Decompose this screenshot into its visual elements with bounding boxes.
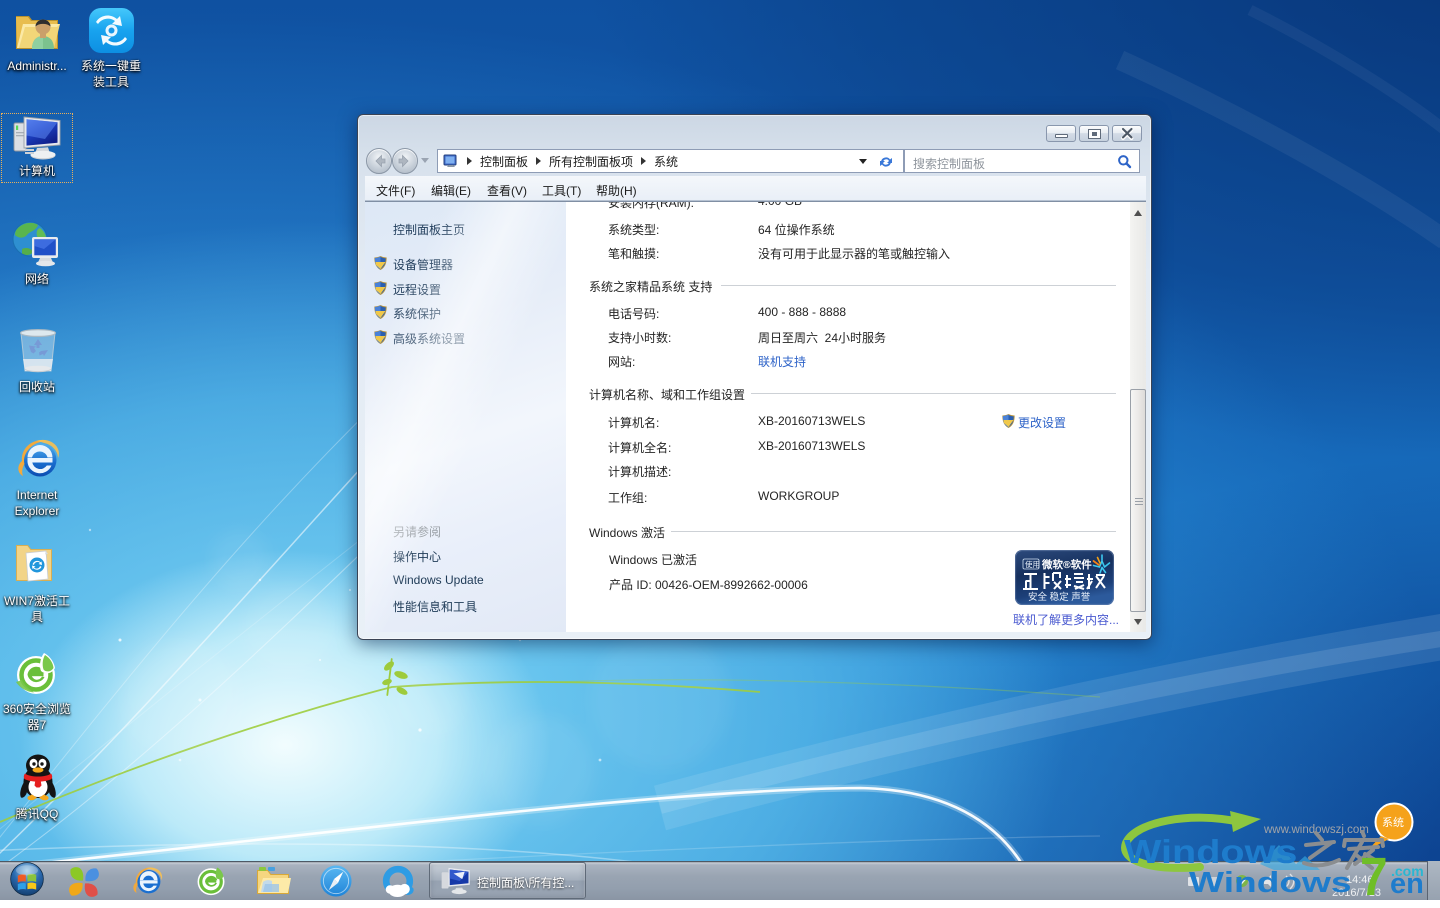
svg-text:微软®软件: 微软®软件 (1041, 558, 1092, 571)
svg-text:使用: 使用 (1025, 559, 1040, 569)
svg-text:系统: 系统 (1382, 816, 1404, 829)
svg-text:安全 稳定 声誉: 安全 稳定 声誉 (1028, 591, 1091, 603)
